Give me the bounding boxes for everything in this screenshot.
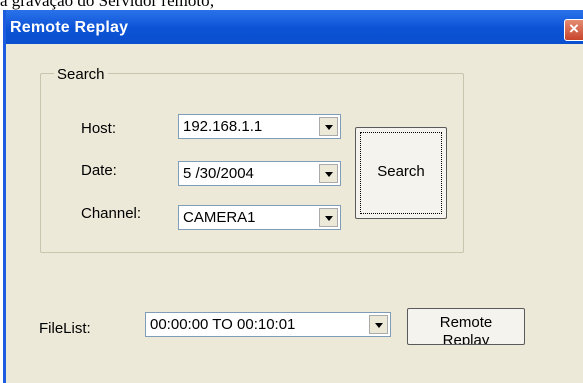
title-bar[interactable]: Remote Replay × — [6, 10, 583, 44]
remote-replay-dialog: Remote Replay × Search Host: 192.168.1.1… — [3, 10, 583, 383]
date-label: Date: — [81, 162, 117, 179]
filelist-label: FileList: — [39, 320, 91, 337]
date-picker[interactable]: 5 /30/2004 — [178, 161, 341, 186]
close-button[interactable]: × — [564, 19, 583, 41]
chevron-down-icon[interactable] — [369, 315, 388, 334]
filelist-value: 00:00:00 TO 00:10:01 — [150, 316, 296, 333]
remote-replay-button-line2: Replay — [442, 332, 490, 345]
chevron-down-icon[interactable] — [319, 208, 338, 227]
host-value: 192.168.1.1 — [183, 118, 263, 135]
channel-value: CAMERA1 — [183, 209, 256, 226]
remote-replay-button-line1: Remote — [439, 314, 493, 331]
chevron-down-icon[interactable] — [319, 164, 338, 183]
filelist-combobox[interactable]: 00:00:00 TO 00:10:01 — [145, 312, 391, 337]
remote-replay-button[interactable]: Remote Replay — [407, 308, 525, 345]
close-icon: × — [569, 19, 579, 38]
window-title: Remote Replay — [10, 19, 129, 36]
chevron-down-icon[interactable] — [319, 117, 338, 136]
search-button[interactable]: Search — [355, 127, 447, 219]
channel-combobox[interactable]: CAMERA1 — [178, 205, 341, 230]
date-value: 5 /30/2004 — [183, 165, 254, 182]
host-combobox[interactable]: 192.168.1.1 — [178, 114, 341, 139]
host-label: Host: — [81, 120, 117, 137]
search-group-label: Search — [54, 66, 108, 83]
search-button-label: Search — [377, 163, 425, 180]
channel-label: Channel: — [81, 205, 142, 222]
